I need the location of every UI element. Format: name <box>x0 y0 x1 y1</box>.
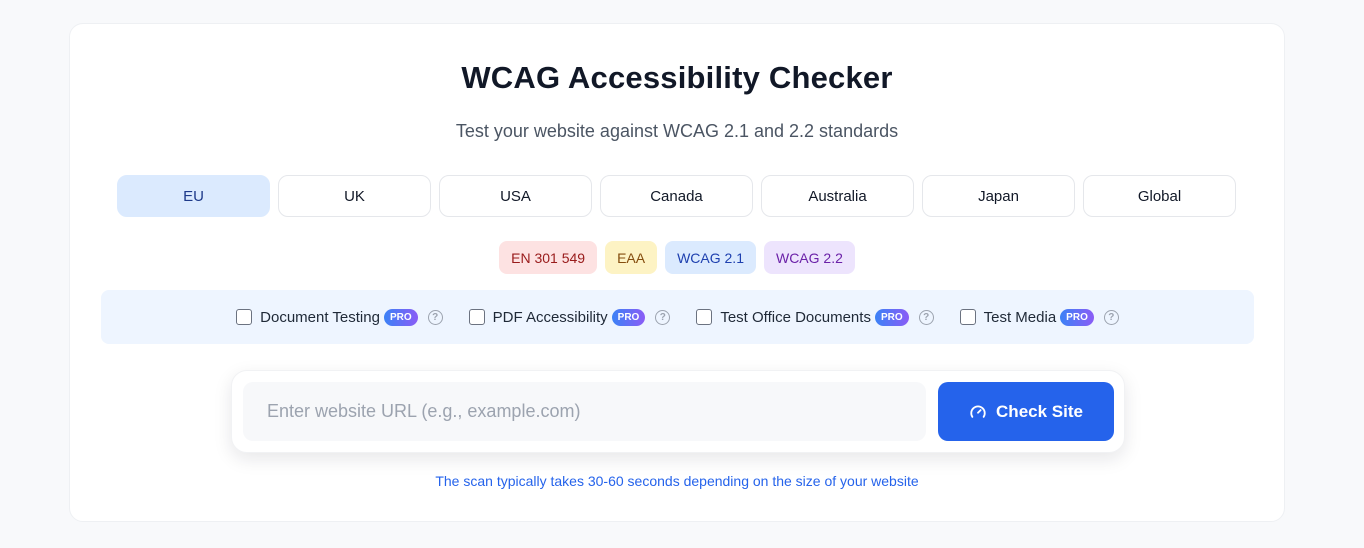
region-tabs: EU UK USA Canada Australia Japan Global <box>117 175 1236 217</box>
standard-badge-wcag21: WCAG 2.1 <box>665 241 756 274</box>
page-title: WCAG Accessibility Checker <box>461 60 893 95</box>
document-testing-checkbox[interactable] <box>236 309 253 325</box>
checker-card: WCAG Accessibility Checker Test your web… <box>69 23 1285 522</box>
pdf-accessibility-checkbox[interactable] <box>468 309 485 325</box>
tab-global[interactable]: Global <box>1083 175 1236 217</box>
option-label: Document Testing <box>260 308 380 326</box>
option-label: PDF Accessibility <box>492 308 608 326</box>
help-icon[interactable]: ? <box>918 309 934 325</box>
check-site-label: Check Site <box>996 401 1083 421</box>
option-test-office-documents: Test Office Documents PRO ? <box>696 308 934 326</box>
option-label: Test Office Documents <box>720 308 871 326</box>
option-label: Test Media <box>983 308 1057 326</box>
test-office-documents-checkbox[interactable] <box>696 309 713 325</box>
tab-eu[interactable]: EU <box>117 175 270 217</box>
option-document-testing: Document Testing PRO ? <box>236 308 443 326</box>
pro-badge: PRO <box>383 308 418 326</box>
option-pdf-accessibility: PDF Accessibility PRO ? <box>468 308 671 326</box>
standards-badges: EN 301 549 EAA WCAG 2.1 WCAG 2.2 <box>70 241 1284 274</box>
check-site-button[interactable]: Check Site <box>938 382 1114 441</box>
help-icon[interactable]: ? <box>427 309 443 325</box>
pro-badge: PRO <box>611 308 646 326</box>
help-icon[interactable]: ? <box>1103 309 1119 325</box>
pro-badge: PRO <box>874 308 909 326</box>
url-input[interactable] <box>243 382 926 441</box>
help-icon[interactable]: ? <box>655 309 671 325</box>
tab-australia[interactable]: Australia <box>761 175 914 217</box>
standard-badge-en301549: EN 301 549 <box>499 241 598 274</box>
pro-badge: PRO <box>1060 308 1094 326</box>
standard-badge-wcag22: WCAG 2.2 <box>763 241 855 274</box>
tab-uk[interactable]: UK <box>278 175 431 217</box>
tab-japan[interactable]: Japan <box>922 175 1075 217</box>
gauge-icon <box>970 405 986 418</box>
pro-options-bar: Document Testing PRO ? PDF Accessibility… <box>101 290 1254 344</box>
standard-badge-eaa: EAA <box>605 241 658 274</box>
page-subtitle: Test your website against WCAG 2.1 and 2… <box>455 121 899 141</box>
option-test-media: Test Media PRO ? <box>959 308 1119 326</box>
scan-duration-hint: The scan typically takes 30-60 seconds d… <box>435 473 919 489</box>
url-search-box: Check Site <box>231 370 1125 453</box>
tab-canada[interactable]: Canada <box>600 175 753 217</box>
tab-usa[interactable]: USA <box>439 175 592 217</box>
test-media-checkbox[interactable] <box>959 309 976 325</box>
